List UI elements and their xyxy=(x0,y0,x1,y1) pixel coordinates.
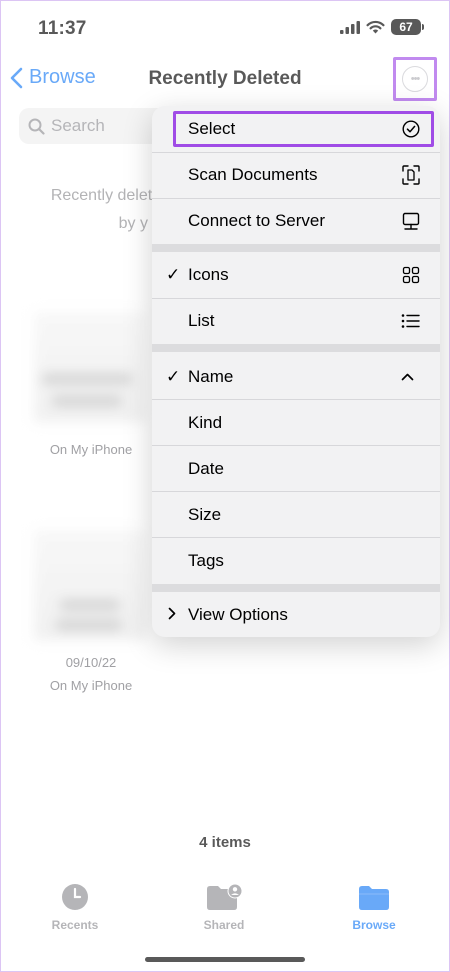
menu-item-sort-size[interactable]: Size xyxy=(152,492,440,538)
checkmark-icon: ✓ xyxy=(166,367,181,386)
menu-item-label: Connect to Server xyxy=(188,211,326,230)
menu-item-label: Tags xyxy=(188,551,224,570)
chevron-up-icon xyxy=(401,373,414,381)
menu-item-label: Kind xyxy=(188,413,223,432)
menu-item-label: Date xyxy=(188,459,224,478)
server-display-icon xyxy=(402,212,420,231)
menu-item-icons[interactable]: ✓ Icons xyxy=(152,252,440,298)
menu-section-gap xyxy=(152,244,440,252)
menu-section-gap xyxy=(152,584,440,592)
menu-item-label: Size xyxy=(188,505,222,524)
context-menu: Select Scan Documents Connect to Server xyxy=(152,106,440,637)
menu-section-gap xyxy=(152,344,440,352)
grid-icon xyxy=(402,266,420,284)
menu-item-view-options[interactable]: View Options xyxy=(152,592,440,637)
menu-item-list[interactable]: List xyxy=(152,298,440,344)
select-highlight-box xyxy=(173,111,434,147)
menu-item-sort-kind[interactable]: Kind xyxy=(152,400,440,446)
menu-item-label: View Options xyxy=(188,605,288,624)
list-icon xyxy=(401,313,420,329)
doc-scan-icon xyxy=(402,165,420,185)
menu-item-label: Name xyxy=(188,367,234,386)
menu-item-label: Scan Documents xyxy=(188,165,318,184)
chevron-right-icon xyxy=(168,605,176,625)
menu-item-sort-tags[interactable]: Tags xyxy=(152,538,440,584)
menu-item-label: Icons xyxy=(188,265,229,284)
menu-item-label: List xyxy=(188,311,215,330)
checkmark-icon: ✓ xyxy=(166,265,181,284)
menu-item-connect-to-server[interactable]: Connect to Server xyxy=(152,198,440,244)
menu-item-sort-date[interactable]: Date xyxy=(152,446,440,492)
menu-item-scan-documents[interactable]: Scan Documents xyxy=(152,152,440,198)
menu-item-sort-name[interactable]: ✓ Name xyxy=(152,354,440,400)
